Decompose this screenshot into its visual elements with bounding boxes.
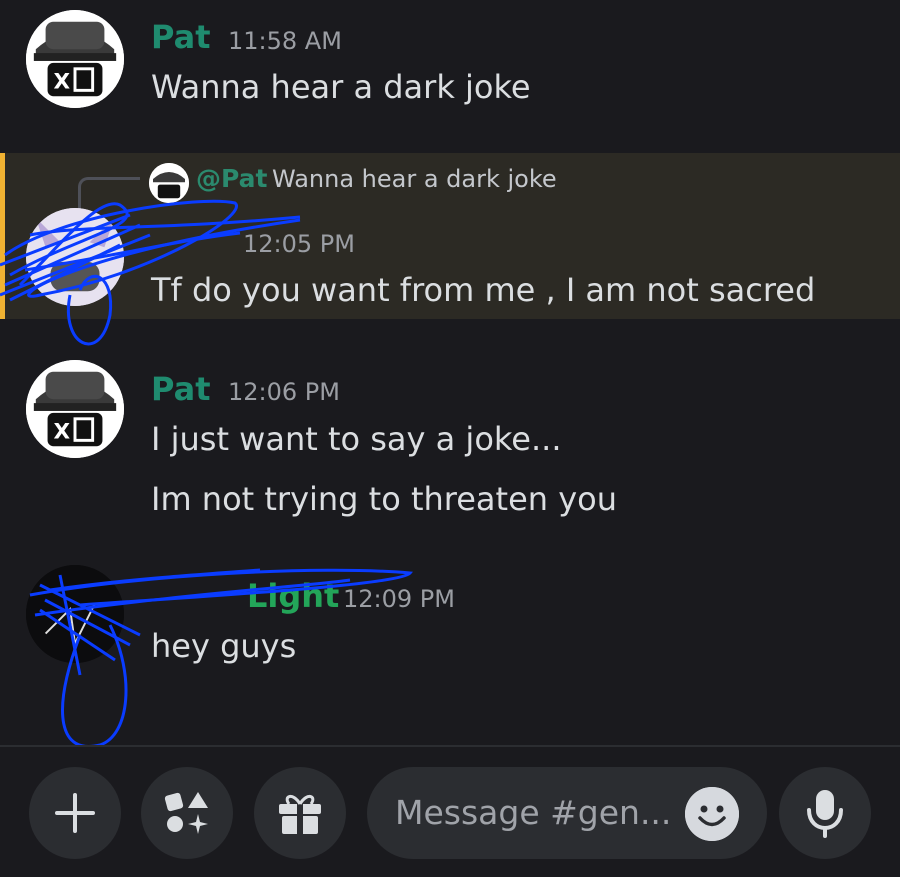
reply-mention[interactable]: @Pat [196,164,267,193]
author-name[interactable]: Pat [151,370,210,408]
avatar-light[interactable] [26,565,124,663]
timestamp: 12:05 PM [243,230,355,258]
emoji-icon [685,787,739,841]
plus-button[interactable] [29,767,121,859]
gift-icon [279,795,321,834]
svg-text:X: X [53,419,70,444]
message-input-placeholder: Message #gen... [395,793,672,832]
avatar-pat[interactable]: X [26,10,124,108]
author-name[interactable]: Pat [151,18,210,56]
message-text: Tf do you want from me , I am not sacred [151,271,816,309]
avatar-redacted[interactable] [26,208,124,306]
timestamp: 12:06 PM [228,378,340,406]
voice-message-button[interactable] [779,767,871,859]
reply-connector [78,177,140,213]
reply-accent-bar [0,153,5,319]
avatar-pat[interactable]: X [26,360,124,458]
reply-preview-text[interactable]: Wanna hear a dark joke [272,165,557,193]
message-text: I just want to say a joke... [151,420,562,458]
microphone-icon [807,790,843,838]
apps-button[interactable] [141,767,233,859]
gift-button[interactable] [254,767,346,859]
timestamp: 11:58 AM [228,27,342,55]
message-text: Wanna hear a dark joke [151,68,531,106]
plus-icon [55,793,95,833]
message-text: hey guys [151,627,297,665]
emoji-button[interactable] [685,787,739,841]
message-list: X Pat 11:58 AM Wanna hear a dark joke @P… [0,0,900,748]
author-name[interactable]: Light [247,577,339,615]
timestamp: 12:09 PM [343,585,455,613]
message-input[interactable]: Message #gen... [367,767,767,859]
svg-text:X: X [53,69,70,94]
reply-avatar-pat[interactable] [149,163,189,203]
apps-icon [164,792,208,834]
message-text: Im not trying to threaten you [151,480,618,518]
